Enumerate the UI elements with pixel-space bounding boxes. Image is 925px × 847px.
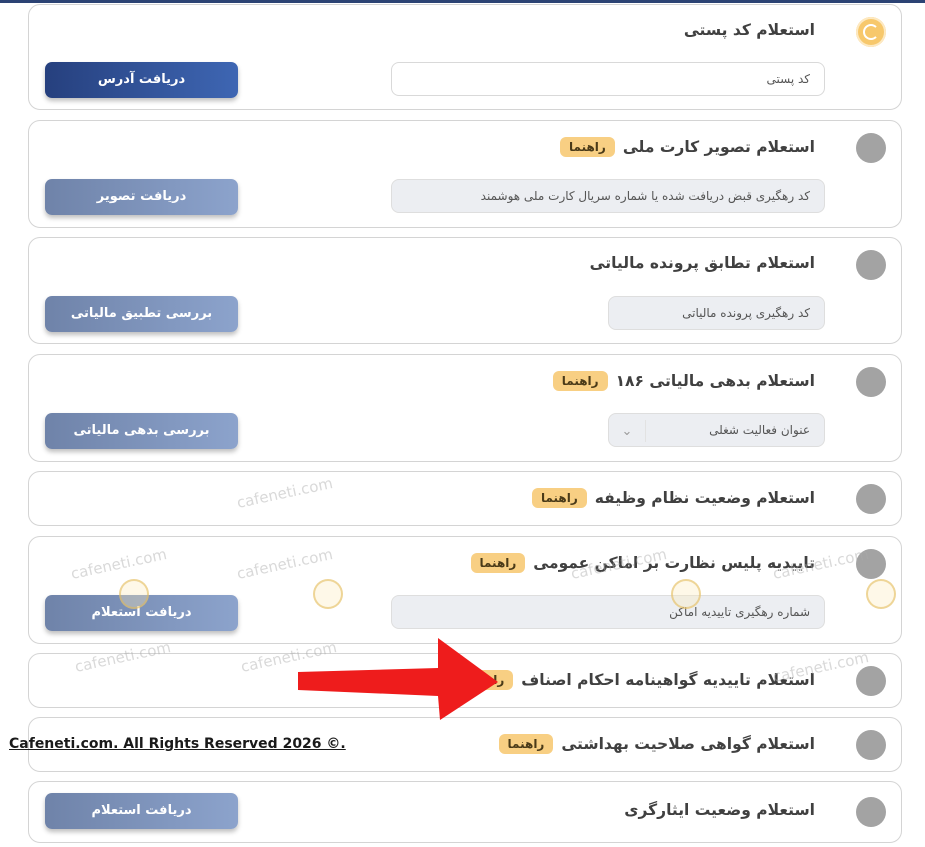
red-arrow-icon	[298, 638, 498, 720]
step-icon	[856, 367, 886, 397]
step-icon	[856, 549, 886, 579]
places-tracking-input[interactable]: شماره رهگیری تاییدیه اماکن	[391, 595, 825, 629]
step-icon	[856, 666, 886, 696]
card-title: استعلام تصویر کارت ملی راهنما	[560, 137, 815, 157]
step-icon	[856, 133, 886, 163]
card-tax-debt: استعلام بدهی مالیاتی ۱۸۶ راهنما عنوان فع…	[28, 354, 902, 462]
tax-file-tracking-input[interactable]: کد رهگیری پرونده مالیاتی	[608, 296, 825, 330]
guide-badge[interactable]: راهنما	[470, 553, 526, 573]
get-image-button[interactable]: دریافت تصویر	[45, 179, 238, 215]
step-icon	[856, 250, 886, 280]
get-address-button[interactable]: دریافت آدرس	[45, 62, 238, 98]
guide-badge[interactable]: راهنما	[552, 371, 608, 391]
step-icon	[856, 797, 886, 827]
step-icon	[856, 730, 886, 760]
card-police-places: تاییدیه پلیس نظارت بر اماکن عمومی راهنما…	[28, 536, 902, 644]
check-tax-match-button[interactable]: بررسی تطبیق مالیاتی	[45, 296, 238, 332]
card-title: استعلام تطابق پرونده مالیاتی	[589, 254, 815, 272]
top-accent-bar	[0, 0, 925, 3]
card-veteran-status: استعلام وضعیت ایثارگری دریافت استعلام	[28, 781, 902, 843]
card-title: استعلام تاییدیه گواهینامه احکام اصناف را…	[458, 670, 815, 690]
postal-code-input[interactable]: کد پستی	[391, 62, 825, 96]
get-inquiry-button[interactable]: دریافت استعلام	[45, 793, 238, 829]
step-active-icon	[856, 17, 886, 47]
card-title: تاییدیه پلیس نظارت بر اماکن عمومی راهنما	[470, 553, 815, 573]
step-icon	[856, 484, 886, 514]
card-title: استعلام کد پستی	[683, 21, 815, 39]
copyright-text[interactable]: Cafeneti.com. All Rights Reserved 2026 ©…	[9, 736, 346, 752]
check-tax-debt-button[interactable]: بررسی بدهی مالیاتی	[45, 413, 238, 449]
guide-badge[interactable]: راهنما	[498, 734, 554, 754]
tracking-code-input[interactable]: کد رهگیری قبض دریافت شده یا شماره سریال …	[391, 179, 825, 213]
card-national-id-image: استعلام تصویر کارت ملی راهنما کد رهگیری …	[28, 120, 902, 228]
card-title: استعلام گواهی صلاحیت بهداشتی راهنما	[498, 734, 815, 754]
get-inquiry-button[interactable]: دریافت استعلام	[45, 595, 238, 631]
card-title: استعلام وضعیت ایثارگری	[624, 801, 815, 819]
card-postal-code: استعلام کد پستی کد پستی دریافت آدرس	[28, 4, 902, 110]
guide-badge[interactable]: راهنما	[560, 137, 615, 157]
business-title-select[interactable]: عنوان فعالیت شغلی ⌄	[608, 413, 825, 447]
chevron-down-icon: ⌄	[609, 420, 646, 442]
guide-badge[interactable]: راهنما	[531, 488, 587, 508]
card-military-service: استعلام وضعیت نظام وظیفه راهنما	[28, 471, 902, 526]
card-tax-file-match: استعلام تطابق پرونده مالیاتی کد رهگیری پ…	[28, 237, 902, 344]
card-title: استعلام وضعیت نظام وظیفه راهنما	[531, 488, 815, 508]
card-title: استعلام بدهی مالیاتی ۱۸۶ راهنما	[552, 371, 815, 391]
